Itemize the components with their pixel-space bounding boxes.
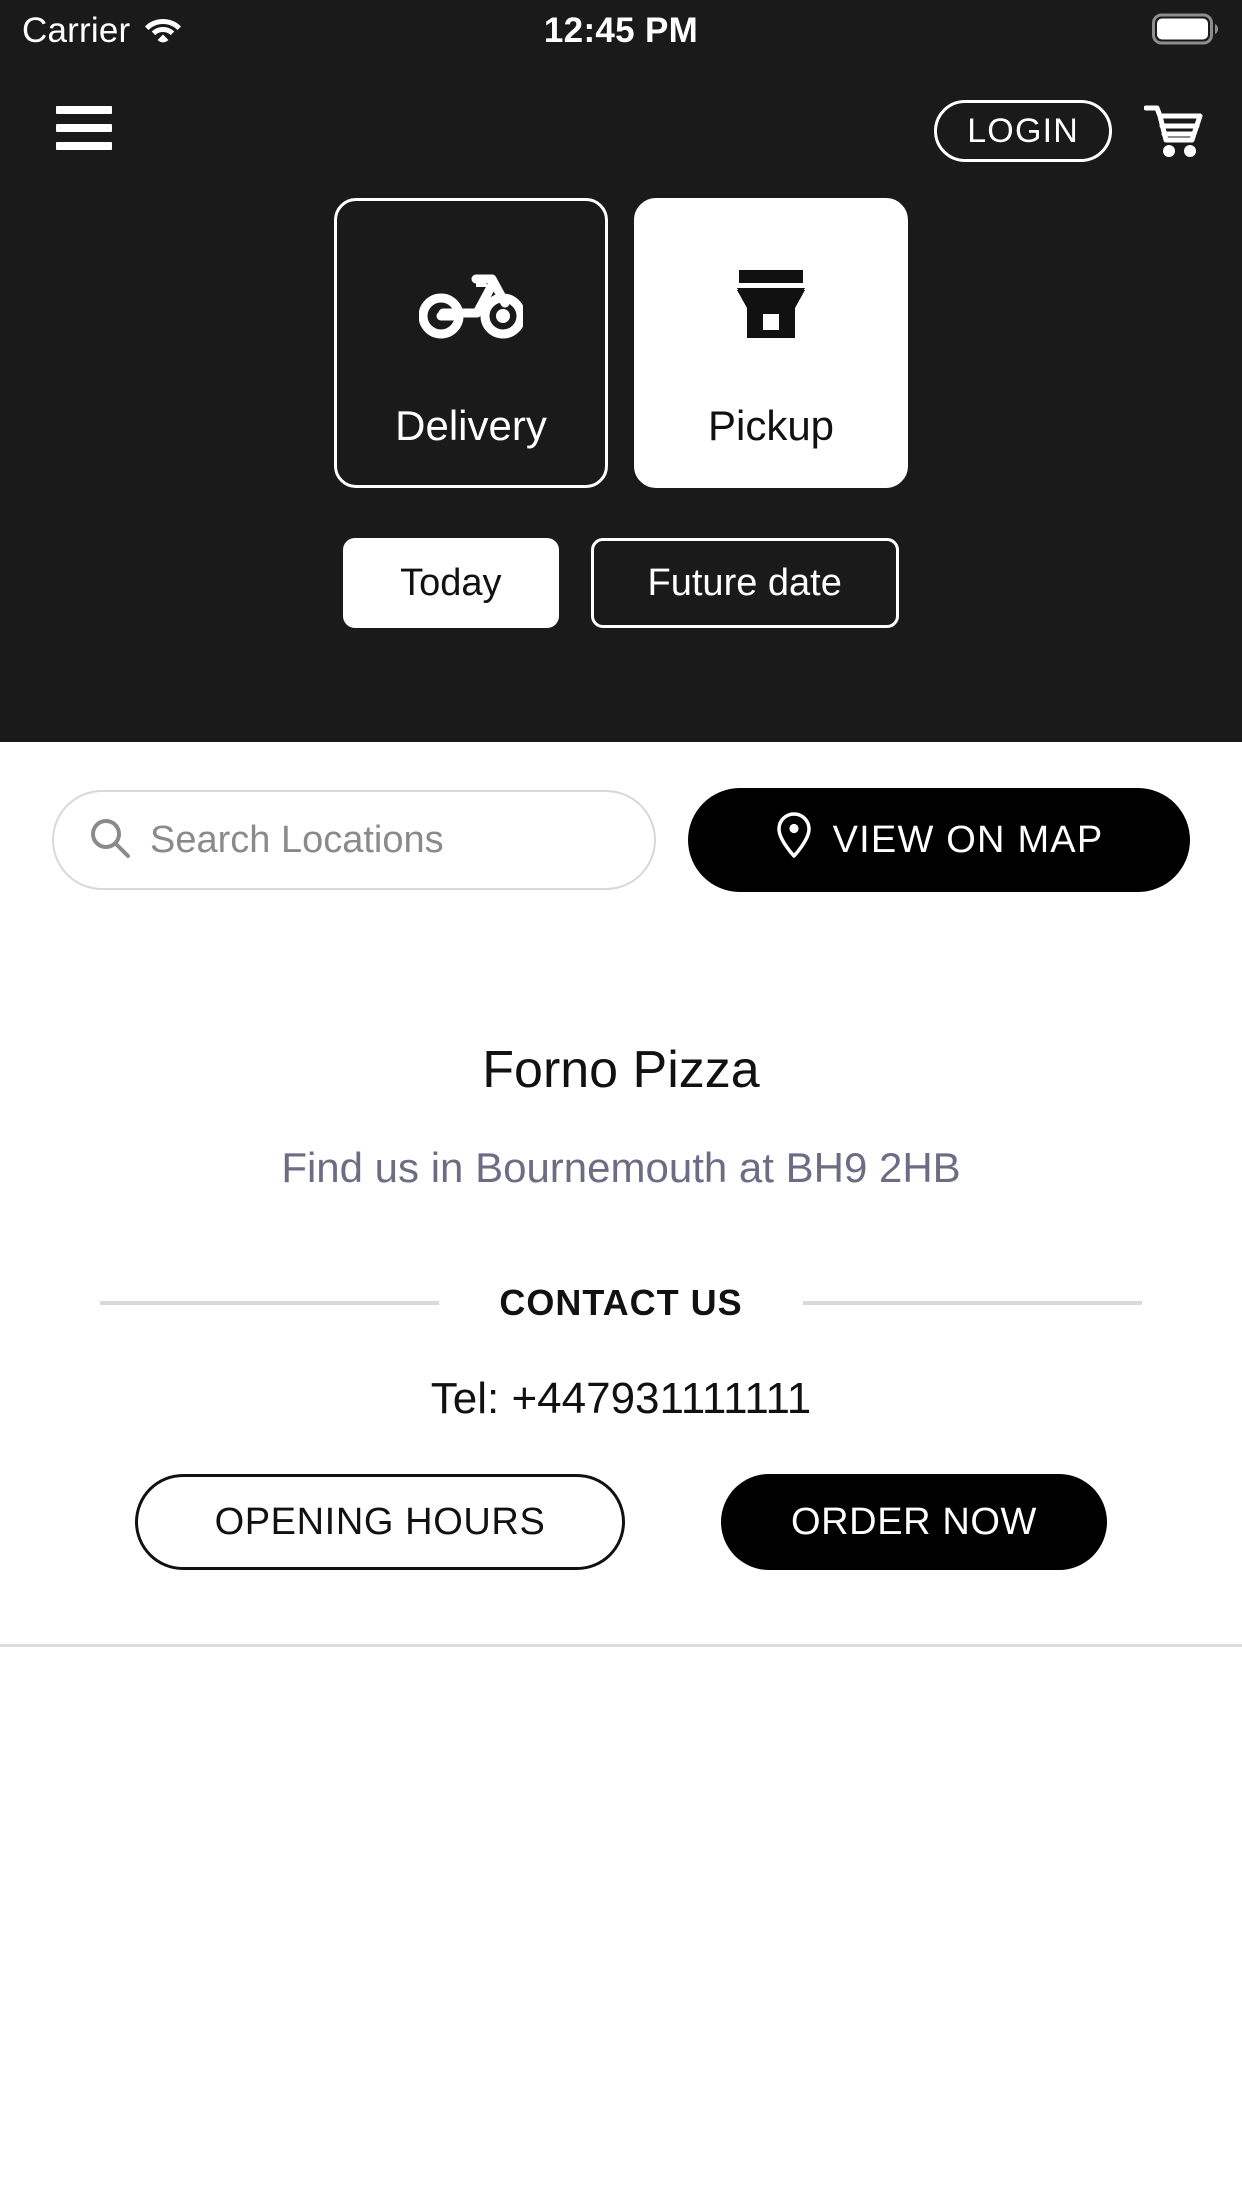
store-address: Find us in Bournemouth at BH9 2HB [281, 1144, 961, 1192]
search-input[interactable] [150, 818, 620, 862]
order-mode-selector: Delivery Pickup [0, 198, 1242, 488]
header-panel: Carrier 12:45 PM LOGIN Delivery Pickup T… [0, 0, 1242, 742]
store-name: Forno Pizza [482, 1041, 760, 1099]
store-actions: OPENING HOURS ORDER NOW [0, 1474, 1242, 1570]
search-locations-field[interactable] [52, 790, 656, 890]
when-selector: Today Future date [0, 538, 1242, 628]
contact-us-heading: CONTACT US [499, 1282, 743, 1323]
section-divider [0, 1644, 1242, 1647]
search-and-map-row: VIEW ON MAP [0, 788, 1242, 892]
status-bar: Carrier 12:45 PM [0, 0, 1242, 62]
view-on-map-button[interactable]: VIEW ON MAP [688, 788, 1190, 892]
view-on-map-label: VIEW ON MAP [832, 818, 1104, 861]
store-telephone[interactable]: Tel: +447931111111 [0, 1374, 1242, 1424]
when-future-date-button[interactable]: Future date [590, 538, 899, 628]
hamburger-bar [56, 106, 112, 114]
order-now-button[interactable]: ORDER NOW [721, 1474, 1107, 1570]
hamburger-bar [56, 124, 112, 132]
divider-rule-left [100, 1301, 440, 1305]
contact-us-divider: CONTACT US [0, 1282, 1242, 1324]
status-bar-right [1152, 12, 1222, 51]
status-bar-clock: 12:45 PM [543, 11, 699, 50]
shopping-cart-icon[interactable] [1136, 100, 1214, 164]
search-icon [88, 816, 132, 865]
hamburger-bar [56, 142, 112, 150]
map-pin-icon [775, 811, 813, 869]
navigation-bar: LOGIN [0, 92, 1242, 172]
login-button[interactable]: LOGIN [934, 100, 1112, 162]
storefront-icon [729, 263, 813, 349]
app-screen: Carrier 12:45 PM LOGIN Delivery Pickup T… [0, 0, 1242, 2208]
scooter-icon [419, 263, 523, 349]
order-mode-pickup-label: Pickup [707, 402, 835, 449]
hamburger-menu-icon[interactable] [56, 106, 112, 150]
order-mode-pickup[interactable]: Pickup [634, 198, 908, 488]
store-info: Forno Pizza Find us in Bournemouth at BH… [0, 1041, 1242, 1192]
when-today-button[interactable]: Today [343, 538, 559, 628]
opening-hours-button[interactable]: OPENING HOURS [135, 1474, 625, 1570]
order-mode-delivery[interactable]: Delivery [334, 198, 608, 488]
order-mode-delivery-label: Delivery [395, 402, 547, 449]
battery-full-icon [1152, 12, 1222, 51]
divider-rule-right [802, 1301, 1143, 1305]
